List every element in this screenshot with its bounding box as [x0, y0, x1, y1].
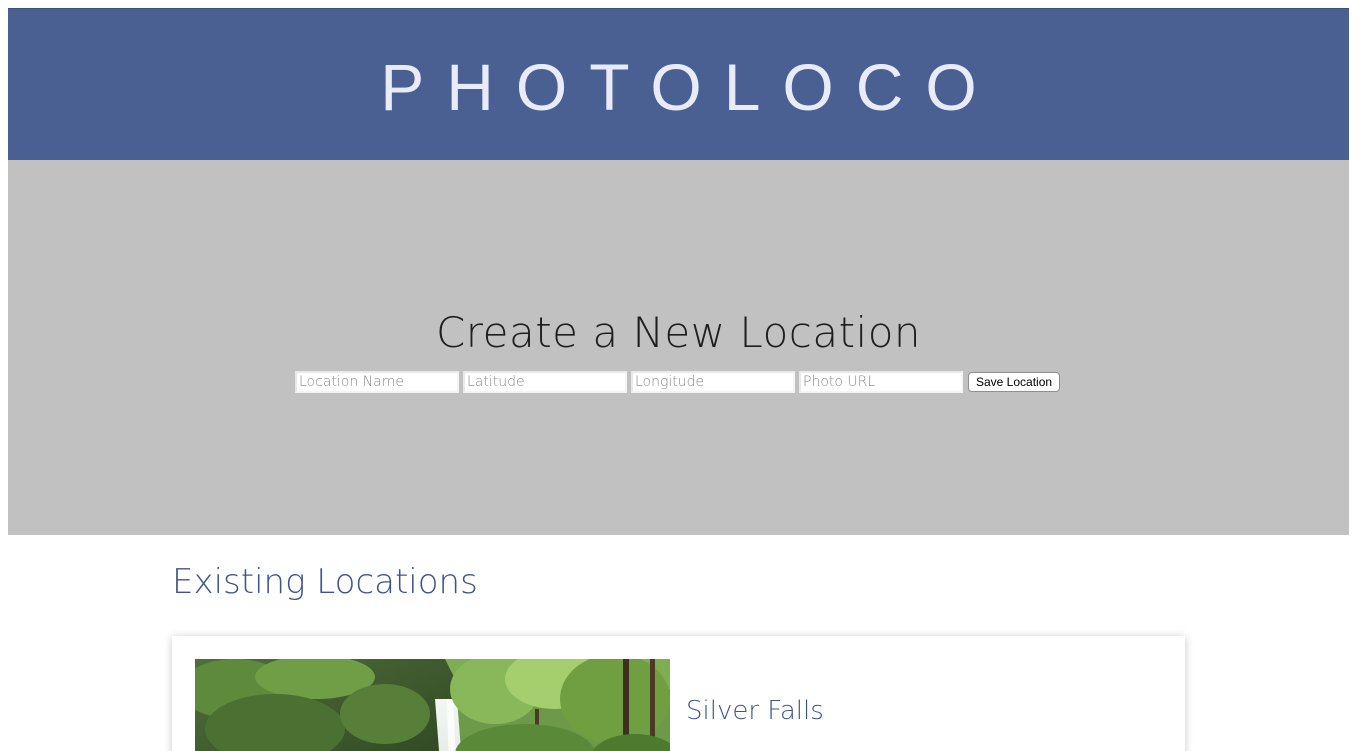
existing-locations-heading: Existing Locations — [172, 562, 478, 602]
create-location-heading: Create a New Location — [435, 308, 922, 357]
create-location-form: Save Location — [295, 371, 1061, 393]
page: PHOTOLOCO Create a New Location Save Loc… — [0, 0, 1358, 751]
photo-url-input[interactable] — [799, 371, 963, 393]
location-name-input[interactable] — [295, 371, 459, 393]
location-card: Silver Falls — [172, 636, 1185, 751]
site-title: PHOTOLOCO — [380, 49, 999, 124]
location-name[interactable]: Silver Falls — [686, 698, 824, 724]
waterfall-photo — [195, 659, 670, 751]
latitude-input[interactable] — [463, 371, 627, 393]
save-location-button[interactable]: Save Location — [968, 372, 1061, 392]
longitude-input[interactable] — [631, 371, 795, 393]
create-location-panel: Create a New Location Save Location — [8, 160, 1349, 535]
site-header: PHOTOLOCO — [8, 8, 1349, 160]
